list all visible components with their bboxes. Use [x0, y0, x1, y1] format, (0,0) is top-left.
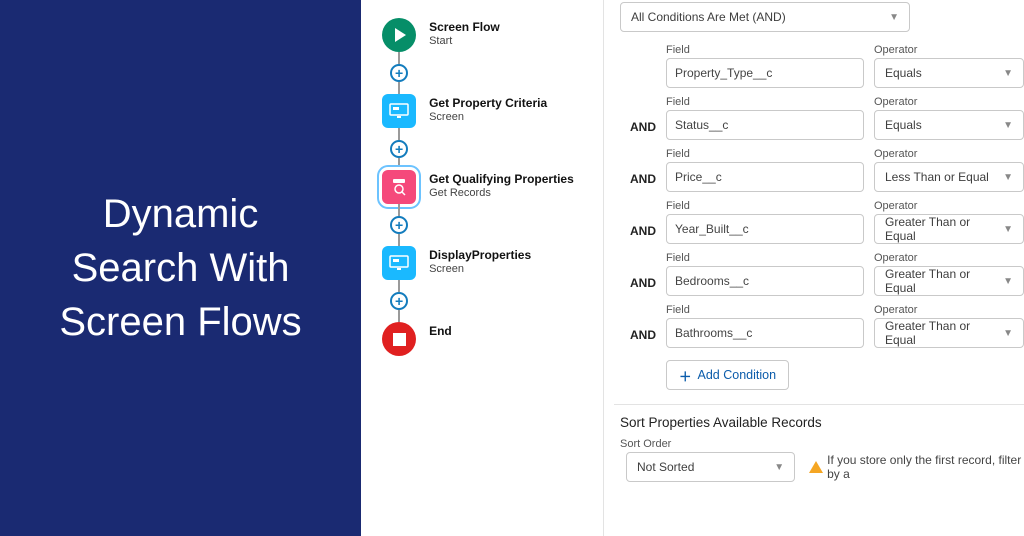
chevron-down-icon: ▼: [1003, 120, 1013, 131]
node-title: Screen Flow: [429, 20, 500, 35]
stop-icon: [393, 333, 406, 346]
get-records-icon: [389, 177, 409, 197]
operator-combo[interactable]: Equals ▼: [874, 58, 1024, 88]
combo-value: Greater Than or Equal: [885, 215, 1003, 243]
end-node[interactable]: [382, 322, 416, 356]
operator-label: Operator: [874, 304, 1024, 316]
divider: [614, 404, 1024, 405]
and-label: AND: [620, 148, 656, 192]
add-node-button[interactable]: +: [390, 292, 408, 310]
field-label: Field: [666, 96, 864, 108]
screen-node[interactable]: [382, 94, 416, 128]
node-subtitle: Screen: [429, 111, 547, 125]
field-input[interactable]: Bathrooms__c: [666, 318, 864, 348]
chevron-down-icon: ▼: [1003, 68, 1013, 79]
field-input[interactable]: Property_Type__c: [666, 58, 864, 88]
combo-value: All Conditions Are Met (AND): [631, 10, 786, 24]
combo-value: Not Sorted: [637, 460, 694, 474]
operator-label: Operator: [874, 252, 1024, 264]
operator-label: Operator: [874, 200, 1024, 212]
add-node-button[interactable]: +: [390, 64, 408, 82]
screen-node[interactable]: [382, 246, 416, 280]
operator-combo[interactable]: Greater Than or Equal▼: [874, 318, 1024, 348]
sort-warning: If you store only the first record, filt…: [809, 453, 1024, 481]
operator-label: Operator: [874, 148, 1024, 160]
and-label: [620, 44, 656, 88]
screen-icon: [389, 255, 409, 271]
chevron-down-icon: ▼: [774, 462, 784, 473]
node-title: Get Qualifying Properties: [429, 172, 574, 187]
flow-canvas[interactable]: Screen Flow Start + Get Property Criteri…: [361, 0, 603, 536]
field-label: Field: [666, 148, 864, 160]
hero-panel: Dynamic Search With Screen Flows: [0, 0, 361, 536]
screen-icon: [389, 103, 409, 119]
add-condition-label: Add Condition: [698, 368, 777, 382]
condition-logic-combo[interactable]: All Conditions Are Met (AND) ▼: [620, 2, 910, 32]
node-subtitle: Start: [429, 35, 500, 49]
add-node-button[interactable]: +: [390, 140, 408, 158]
field-input[interactable]: Price__c: [666, 162, 864, 192]
combo-value: Equals: [885, 66, 922, 80]
field-input[interactable]: Bedrooms__c: [666, 266, 864, 296]
operator-label: Operator: [874, 44, 1024, 56]
chevron-down-icon: ▼: [889, 12, 899, 23]
properties-panel: All Conditions Are Met (AND) ▼ Field Prop…: [603, 0, 1024, 536]
node-title: End: [429, 324, 452, 339]
and-label: AND: [620, 304, 656, 348]
and-label: AND: [620, 96, 656, 140]
node-subtitle: Screen: [429, 263, 531, 277]
operator-combo[interactable]: Equals ▼: [874, 110, 1024, 140]
sort-order-label: Sort Order: [620, 438, 1024, 450]
field-label: Field: [666, 252, 864, 264]
combo-value: Less Than or Equal: [885, 170, 989, 184]
operator-combo[interactable]: Greater Than or Equal▼: [874, 266, 1024, 296]
field-label: Field: [666, 44, 864, 56]
and-label: AND: [620, 200, 656, 244]
start-node[interactable]: [382, 18, 416, 52]
warning-icon: [809, 461, 823, 473]
combo-value: Equals: [885, 118, 922, 132]
add-node-button[interactable]: +: [390, 216, 408, 234]
chevron-down-icon: ▼: [1003, 276, 1013, 287]
chevron-down-icon: ▼: [1003, 224, 1013, 235]
conditions-grid: Field Property_Type__c Operator Equals ▼ AND F…: [620, 44, 1024, 348]
node-title: Get Property Criteria: [429, 96, 547, 111]
node-title: DisplayProperties: [429, 248, 531, 263]
plus-icon: ＋: [679, 366, 692, 385]
field-label: Field: [666, 304, 864, 316]
operator-combo[interactable]: Less Than or Equal ▼: [874, 162, 1024, 192]
hero-title: Dynamic Search With Screen Flows: [40, 187, 321, 349]
warning-text: If you store only the first record, filt…: [827, 453, 1024, 481]
field-input[interactable]: Year_Built__c: [666, 214, 864, 244]
sort-section-title: Sort Properties Available Records: [620, 415, 1024, 430]
operator-label: Operator: [874, 96, 1024, 108]
combo-value: Greater Than or Equal: [885, 319, 1003, 347]
field-label: Field: [666, 200, 864, 212]
operator-combo[interactable]: Greater Than or Equal▼: [874, 214, 1024, 244]
node-subtitle: Get Records: [429, 187, 574, 201]
sort-order-combo[interactable]: Not Sorted ▼: [626, 452, 795, 482]
field-input[interactable]: Status__c: [666, 110, 864, 140]
add-condition-button[interactable]: ＋ Add Condition: [666, 360, 789, 390]
play-icon: [395, 28, 406, 42]
combo-value: Greater Than or Equal: [885, 267, 1003, 295]
and-label: AND: [620, 252, 656, 296]
chevron-down-icon: ▼: [1003, 328, 1013, 339]
chevron-down-icon: ▼: [1003, 172, 1013, 183]
get-records-node-selected[interactable]: [382, 170, 416, 204]
